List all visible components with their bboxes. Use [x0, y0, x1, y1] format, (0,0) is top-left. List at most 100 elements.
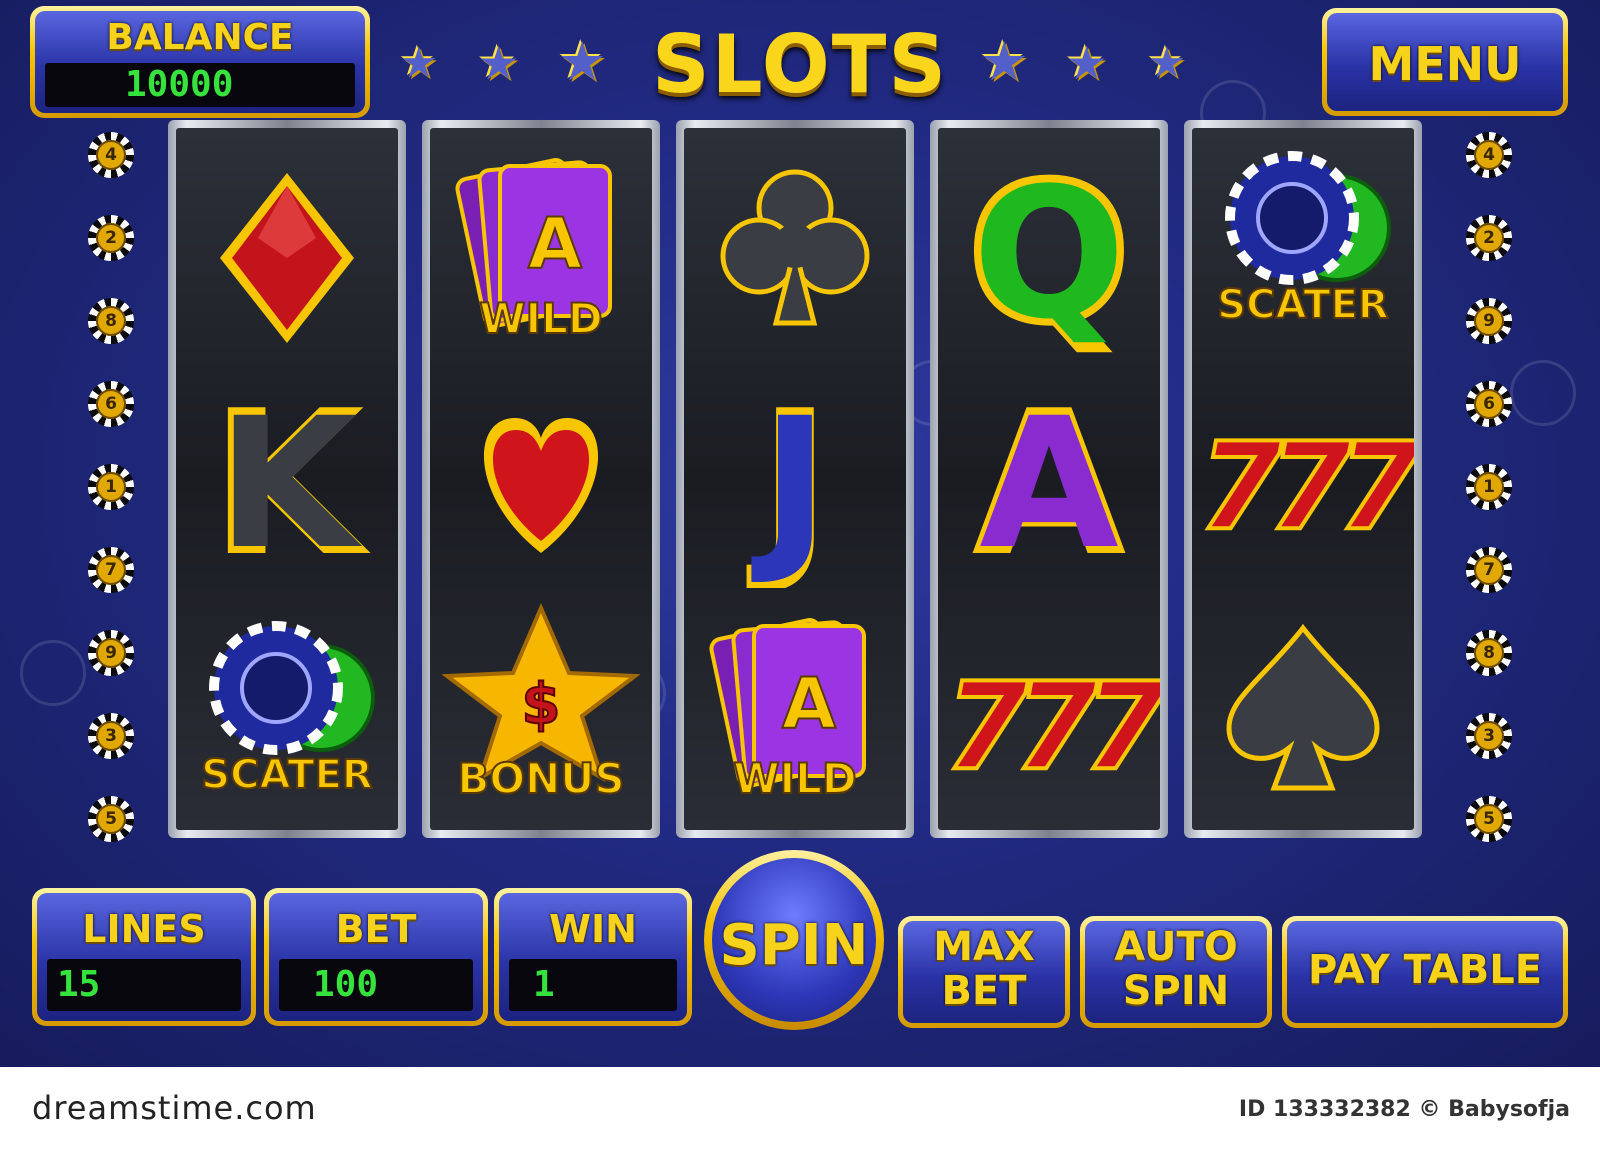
line-marker-chip[interactable]: 4 [1466, 132, 1512, 178]
reel-4-symbol-1: Q Q [938, 128, 1160, 371]
game-stage: BALANCE 10000 ★ ★ ★ SLOTS ★ ★ ★ MENU 428… [0, 0, 1600, 1067]
line-marker-number: 2 [96, 223, 126, 253]
win-panel: WIN 1 [494, 888, 692, 1026]
line-marker-number: 5 [1474, 804, 1504, 834]
line-marker-chip[interactable]: 2 [1466, 215, 1512, 261]
chips-icon: SCATER [1216, 151, 1391, 329]
line-marker-chip[interactable]: 2 [88, 215, 134, 261]
win-label: WIN [549, 907, 637, 951]
wild-cards-icon: A WILD [709, 618, 866, 804]
king-icon: K K [210, 368, 372, 601]
line-marker-number: 9 [1474, 306, 1504, 336]
menu-label: MENU [1368, 37, 1522, 91]
reel-2-symbol-1: A WILD [430, 128, 652, 358]
max-bet-button[interactable]: MAX BET [898, 916, 1070, 1028]
footer: dreamstime.com ID 133332382 © Babysofja [0, 1067, 1600, 1155]
sevens-text: 777 [945, 658, 1160, 797]
ace-icon: A A [972, 368, 1127, 601]
club-icon [720, 169, 870, 326]
line-marker-number: 7 [1474, 555, 1504, 585]
line-marker-chip[interactable]: 5 [1466, 796, 1512, 842]
line-marker-number: 1 [1474, 472, 1504, 502]
line-marker-number: 1 [96, 472, 126, 502]
reel-3-symbol-2: J J [684, 358, 906, 601]
heart-icon [483, 418, 599, 553]
line-marker-chip[interactable]: 6 [1466, 381, 1512, 427]
sevens-icon: 777 [1197, 416, 1438, 559]
line-marker-chip[interactable]: 1 [1466, 464, 1512, 510]
line-marker-number: 4 [1474, 140, 1504, 170]
jack-letter-fill: J [751, 380, 829, 588]
line-marker-chip[interactable]: 9 [88, 630, 134, 676]
line-marker-chip[interactable]: 7 [1466, 547, 1512, 593]
line-marker-number: 9 [96, 638, 126, 668]
reel-2: A WILD $ BONUS [422, 120, 660, 838]
spin-button[interactable]: SPIN [704, 850, 884, 1030]
max-bet-label-line1: MAX [933, 924, 1035, 970]
bonus-star-icon: $ BONUS [441, 602, 641, 804]
reel-3-symbol-3: A WILD [684, 588, 906, 818]
star-icon: ★ [980, 32, 1029, 92]
wild-label: WILD [733, 754, 857, 803]
watermark-swirl [20, 640, 86, 706]
line-marker-chip[interactable]: 9 [1466, 298, 1512, 344]
auto-spin-button[interactable]: AUTO SPIN [1080, 916, 1272, 1028]
footer-site[interactable]: dreamstime.com [32, 1089, 317, 1127]
star-icon: ★ [1148, 39, 1186, 86]
queen-icon: Q Q [964, 138, 1134, 371]
wild-card-letter: A [782, 663, 836, 745]
line-marker-number: 6 [96, 389, 126, 419]
reel-1-symbol-2: K K [176, 358, 398, 601]
ace-letter-fill: A [979, 380, 1118, 588]
line-marker-number: 2 [1474, 223, 1504, 253]
chips-icon: SCATER [200, 621, 375, 799]
line-marker-chip[interactable]: 6 [88, 381, 134, 427]
dollar-mark: $ [522, 672, 561, 737]
line-marker-chip[interactable]: 5 [88, 796, 134, 842]
line-marker-chip[interactable]: 7 [88, 547, 134, 593]
bet-panel: BET 100 [264, 888, 488, 1026]
reel-5: SCATER 777 [1184, 120, 1438, 838]
lines-panel: LINES 15 [32, 888, 256, 1026]
line-marker-number: 3 [1474, 721, 1504, 751]
bonus-label: BONUS [457, 754, 624, 803]
reel-1-symbol-1 [176, 128, 398, 358]
sevens-text: 777 [1199, 418, 1414, 557]
bet-label: BET [335, 907, 417, 951]
reel-2-symbol-2 [430, 358, 652, 588]
reel-3-symbol-1 [684, 128, 906, 358]
reels-area: K K SCATER A WILD $ BONUS J J A WILD Q Q… [168, 120, 1438, 838]
line-marker-number: 4 [96, 140, 126, 170]
line-marker-number: 8 [1474, 638, 1504, 668]
reel-4: Q Q A A 777 [930, 120, 1184, 838]
line-marker-chip[interactable]: 8 [88, 298, 134, 344]
sevens-icon: 777 [943, 656, 1184, 799]
line-marker-chip[interactable]: 3 [1466, 713, 1512, 759]
reel-3: J J A WILD [676, 120, 914, 838]
pay-table-label: PAY TABLE [1307, 947, 1543, 993]
reel-5-symbol-2: 777 [1192, 358, 1438, 588]
line-marker-number: 7 [96, 555, 126, 585]
line-marker-number: 3 [96, 721, 126, 751]
win-value: 1 [509, 959, 677, 1011]
wild-label: WILD [479, 294, 603, 343]
line-marker-chip[interactable]: 4 [88, 132, 134, 178]
lines-label: LINES [82, 907, 206, 951]
line-marker-number: 8 [96, 306, 126, 336]
max-bet-label-line2: BET [941, 968, 1027, 1014]
line-marker-number: 5 [96, 804, 126, 834]
wild-card-letter: A [528, 203, 582, 285]
line-marker-chip[interactable]: 8 [1466, 630, 1512, 676]
menu-button[interactable]: MENU [1322, 8, 1568, 116]
star-icon: ★ [1066, 37, 1108, 89]
reel-4-symbol-3: 777 [938, 588, 1184, 818]
reel-1: K K SCATER [168, 120, 406, 838]
auto-spin-label-line2: SPIN [1122, 968, 1230, 1014]
reel-5-symbol-1: SCATER [1192, 128, 1414, 358]
watermark-swirl [1510, 360, 1576, 426]
line-marker-chip[interactable]: 3 [88, 713, 134, 759]
spin-label: SPIN [719, 913, 869, 978]
line-marker-chip[interactable]: 1 [88, 464, 134, 510]
reel-1-symbol-3: SCATER [176, 588, 398, 818]
pay-table-button[interactable]: PAY TABLE [1282, 916, 1568, 1028]
